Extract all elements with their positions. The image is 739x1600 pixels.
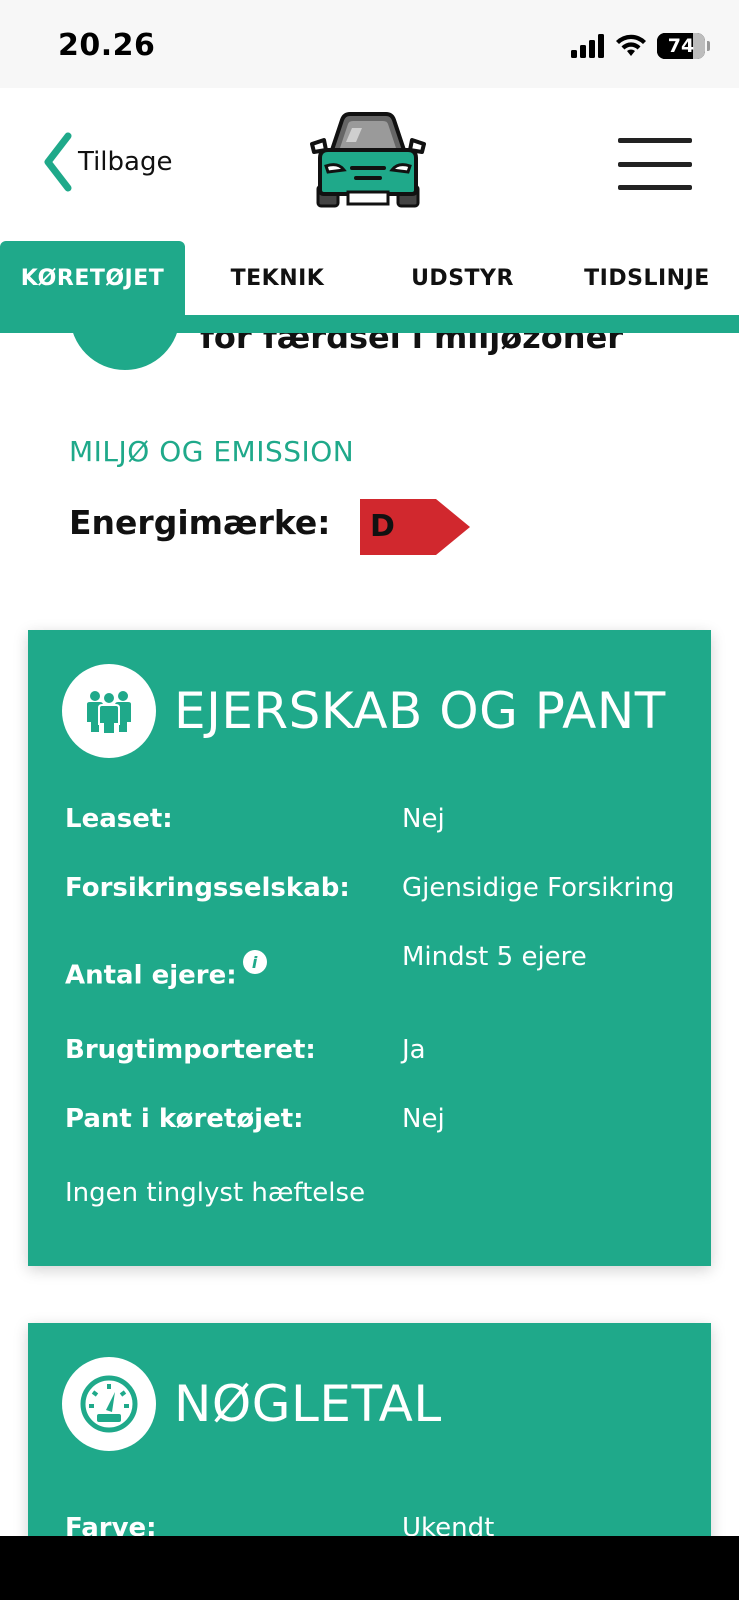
lien-label: Pant i køretøjet: [65,1104,304,1134]
people-group-icon [62,664,156,758]
key-figures-card-header: NØGLETAL [62,1357,442,1451]
key-figures-card-title: NØGLETAL [174,1375,442,1433]
ownership-card-header: EJERSKAB OG PANT [62,664,666,758]
imported-value: Ja [402,1035,426,1065]
chevron-left-icon [44,132,72,192]
cellular-signal-icon [571,34,604,58]
status-icons: 74 [571,30,710,62]
tab-timeline[interactable]: TIDSLINJE [555,241,739,315]
battery-icon: 74 [657,33,710,59]
speedometer-icon [62,1357,156,1451]
battery-level: 74 [667,35,695,57]
leased-value: Nej [402,804,445,834]
leased-label: Leaset: [65,804,173,834]
back-label: Tilbage [78,147,173,177]
lien-note: Ingen tinglyst hæftelse [65,1178,366,1208]
status-time: 20.26 [58,28,156,63]
energy-rating-badge: D [360,499,470,555]
insurance-value: Gjensidige Forsikring [402,873,675,903]
insurance-label: Forsikringsselskab: [65,873,350,903]
owners-value: Mindst 5 ejere [402,942,587,972]
tab-technical[interactable]: TEKNIK [185,241,370,315]
ownership-card: EJERSKAB OG PANT Leaset: Nej Forsikrings… [28,630,711,1266]
environment-section-title: MILJØ OG EMISSION [69,435,355,468]
tab-bar: KØRETØJET TEKNIK UDSTYR TIDSLINJE [0,241,739,333]
energy-rating-value: D [370,509,395,544]
back-button[interactable]: Tilbage [40,132,172,192]
info-icon[interactable]: i [242,950,267,974]
wifi-icon [616,34,646,56]
owners-label: Antal ejere: [65,960,237,991]
owners-label-wrap: Antal ejere: i [65,950,267,991]
energy-label: Energimærke: [69,503,331,542]
tab-vehicle[interactable]: KØRETØJET [0,241,185,333]
hamburger-menu-icon[interactable] [618,138,692,190]
tab-equipment[interactable]: UDSTYR [370,241,555,315]
ownership-card-title: EJERSKAB OG PANT [174,682,666,740]
bottom-bar [0,1536,739,1600]
lien-value: Nej [402,1104,445,1134]
app-header: Tilbage [0,88,739,238]
status-bar: 20.26 74 [0,0,739,88]
imported-label: Brugtimporteret: [65,1035,316,1065]
car-logo-icon[interactable] [310,110,426,214]
